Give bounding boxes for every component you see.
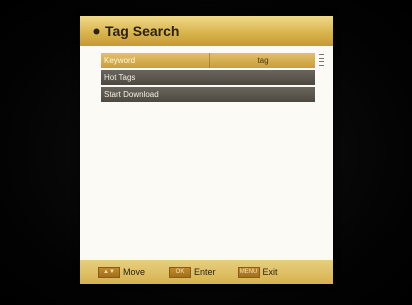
hint-label: Move [123, 267, 146, 277]
dialog-title-bar: Tag Search [80, 16, 333, 46]
hint-move: ▲▼ Move [98, 266, 146, 278]
footer-hints: ▲▼ Move OK Enter MENU Exit [80, 260, 333, 284]
scroll-indicator-icon[interactable] [318, 54, 324, 66]
keyword-value: tag [209, 53, 316, 68]
menu-key-icon: MENU [237, 266, 260, 278]
updown-key-icon: ▲▼ [98, 266, 120, 278]
hint-label: Enter [194, 267, 216, 277]
menu-item-hot-tags[interactable]: Hot Tags [101, 70, 315, 85]
dialog-title: Tag Search [105, 23, 180, 39]
menu-item-start-download[interactable]: Start Download [101, 87, 315, 102]
menu-item-label: Hot Tags [104, 73, 136, 82]
ok-key-icon: OK [169, 266, 192, 278]
hint-label: Exit [262, 267, 278, 277]
tv-screen: Tag Search Keyword tag Hot Tags Start Do… [0, 0, 412, 305]
tag-search-dialog: Tag Search Keyword tag Hot Tags Start Do… [80, 16, 333, 284]
menu-item-keyword[interactable]: Keyword tag [101, 53, 315, 68]
hint-exit: MENU Exit [237, 266, 278, 278]
menu-item-label: Keyword [104, 56, 136, 65]
hint-enter: OK Enter [169, 266, 216, 278]
menu-item-label: Start Download [104, 90, 159, 99]
bullet-icon [90, 25, 102, 37]
menu-area: Keyword tag Hot Tags Start Download [80, 46, 333, 260]
